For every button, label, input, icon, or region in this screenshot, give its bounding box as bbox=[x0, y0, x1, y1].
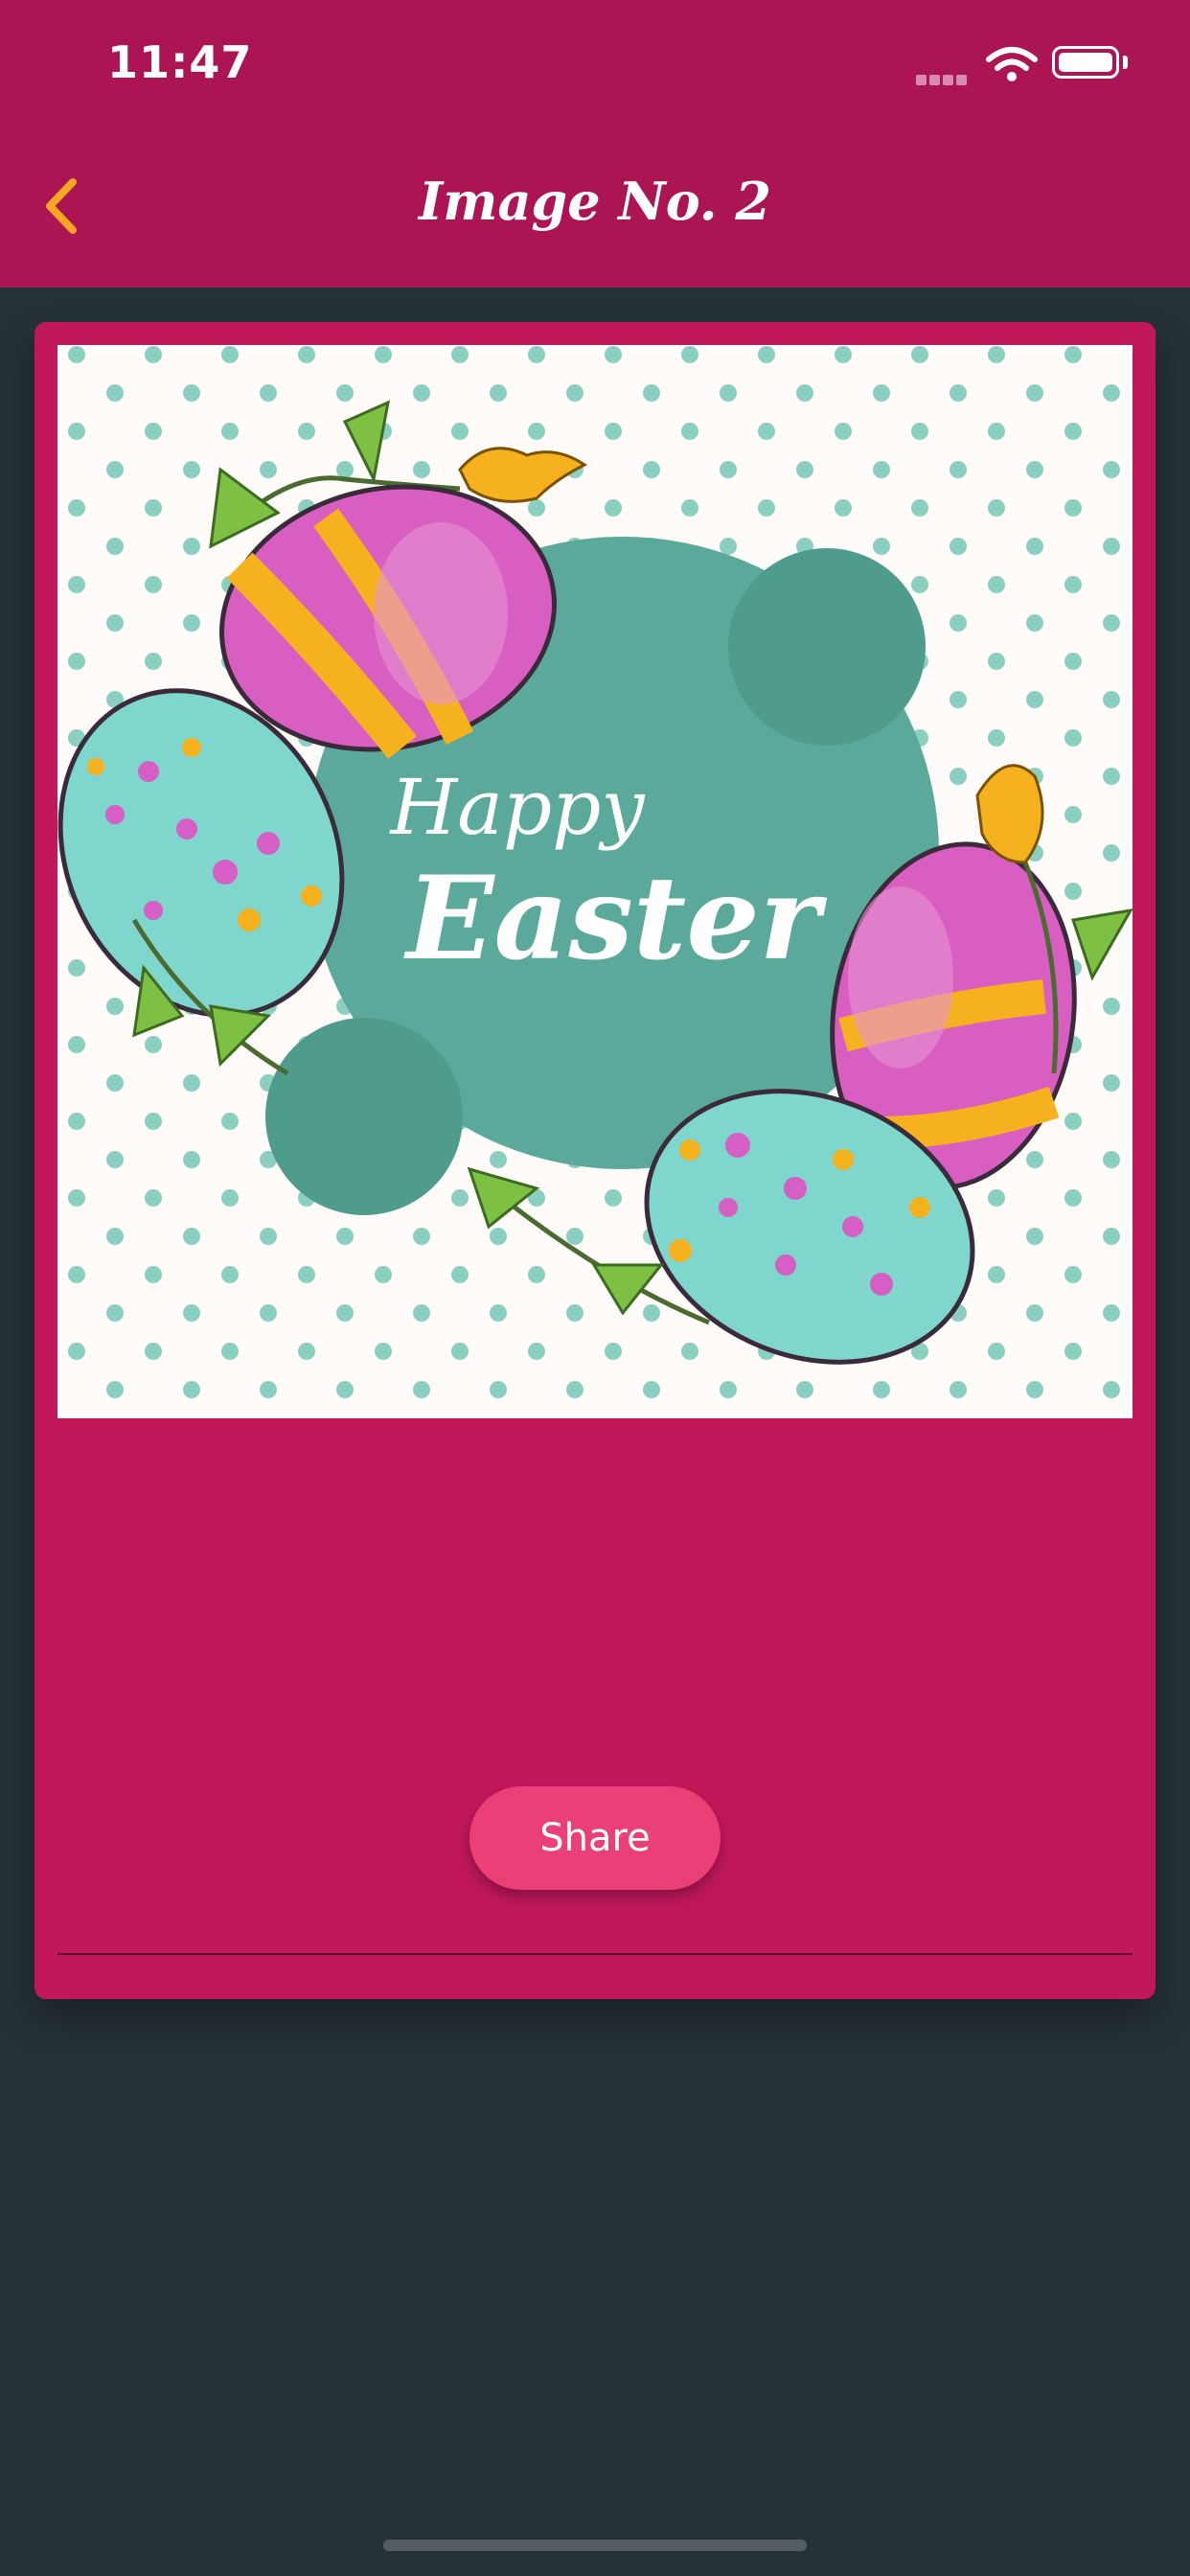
cellular-signal-icon bbox=[916, 73, 970, 90]
app-header: 11:47 Image No. 2 bbox=[0, 0, 1190, 288]
easter-text: Easter bbox=[403, 851, 828, 986]
share-button[interactable]: Share bbox=[469, 1786, 721, 1890]
happy-text: Happy bbox=[388, 763, 646, 852]
easter-image: Happy Easter bbox=[57, 345, 1133, 1418]
wifi-icon bbox=[986, 47, 1038, 81]
divider bbox=[57, 1953, 1133, 1955]
status-time: 11:47 bbox=[107, 36, 253, 88]
home-indicator bbox=[383, 2540, 807, 2551]
battery-tip bbox=[1123, 56, 1128, 69]
battery-icon bbox=[1052, 46, 1119, 79]
page-title: Image No. 2 bbox=[419, 171, 771, 232]
